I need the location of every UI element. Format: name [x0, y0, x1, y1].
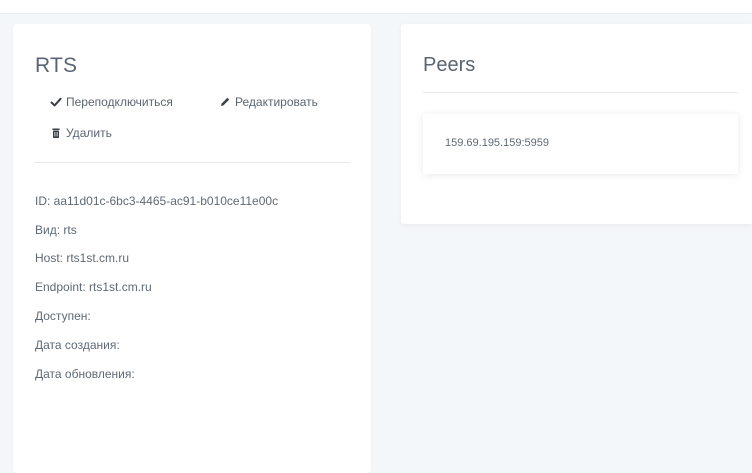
- info-updated: Дата обновления:: [35, 367, 135, 381]
- reconnect-label: Переподключиться: [66, 95, 173, 109]
- trash-icon: [50, 127, 62, 139]
- edit-button[interactable]: Редактировать: [219, 95, 318, 109]
- delete-label: Удалить: [66, 126, 112, 140]
- pencil-icon: [219, 96, 231, 108]
- page: RTS Переподключиться Редактировать Удали…: [0, 0, 752, 473]
- reconnect-button[interactable]: Переподключиться: [50, 95, 173, 109]
- peer-list-item[interactable]: 159.69.195.159:5959: [423, 114, 738, 174]
- info-host: Host: rts1st.cm.ru: [35, 251, 130, 265]
- edit-label: Редактировать: [235, 95, 318, 109]
- peer-address: 159.69.195.159:5959: [445, 137, 549, 149]
- divider: [35, 162, 350, 163]
- check-icon: [50, 96, 62, 108]
- top-strip: [0, 0, 752, 14]
- divider: [423, 92, 738, 93]
- info-created: Дата создания:: [35, 338, 120, 352]
- info-available: Доступен:: [35, 309, 91, 323]
- peers-card-title: Peers: [423, 54, 476, 76]
- peers-card: Peers 159.69.195.159:5959: [401, 24, 752, 224]
- rts-card-title: RTS: [35, 54, 78, 77]
- info-kind: Вид: rts: [35, 223, 77, 237]
- info-id: ID: aa11d01c-6bc3-4465-ac91-b010ce11e00c: [35, 194, 279, 208]
- rts-card: RTS Переподключиться Редактировать Удали…: [13, 24, 371, 473]
- info-endpoint: Endpoint: rts1st.cm.ru: [35, 280, 152, 294]
- delete-button[interactable]: Удалить: [50, 126, 112, 140]
